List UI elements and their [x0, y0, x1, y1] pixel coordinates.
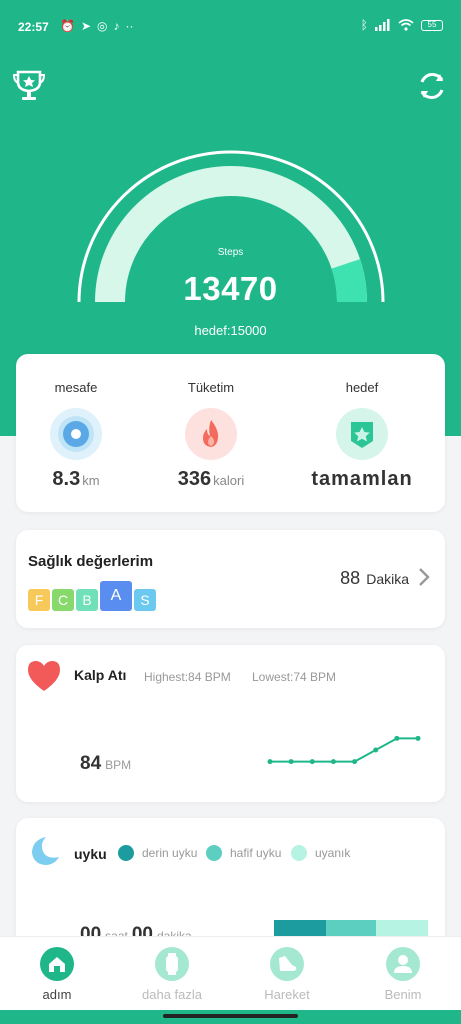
stat-title: hedef	[345, 380, 379, 395]
tab-label: adım	[42, 987, 72, 1002]
heart-rate-trend	[267, 735, 421, 765]
steps-label: Steps	[217, 247, 244, 258]
stat-title: Tüketim	[187, 380, 235, 395]
heart-lowest: Lowest:74 BPM	[252, 670, 337, 684]
wifi-icon	[398, 19, 414, 31]
heart-unit: BPM	[105, 758, 132, 772]
tab-label: Benim	[384, 987, 422, 1002]
watch-icon	[155, 947, 189, 981]
tab-label: daha fazla	[142, 987, 202, 1002]
home-indicator[interactable]	[163, 1014, 298, 1018]
stat-unit: kalori	[213, 473, 245, 488]
legend-label: derin uyku	[142, 846, 198, 860]
goal-badge-icon	[336, 408, 388, 460]
stat-distance[interactable]: mesafe 8.3 km	[16, 380, 136, 491]
bluetooth-icon: ᛒ	[360, 18, 368, 32]
trend-point	[373, 747, 379, 753]
bottom-tab-bar: adım daha fazla Hareket Benim	[0, 936, 461, 1010]
telegram-icon: ➤	[80, 19, 92, 33]
stat-calories[interactable]: Tüketim 336 kalori	[151, 380, 271, 491]
tiktok-icon: ♪	[113, 19, 120, 33]
trend-point	[288, 759, 294, 765]
grade-c: C	[52, 589, 74, 611]
whatsapp-icon: ◎	[97, 19, 108, 33]
trend-line	[270, 737, 418, 763]
grade-a: A	[100, 581, 132, 611]
flame-icon	[185, 408, 237, 460]
steps-goal: hedef:15000	[194, 323, 267, 338]
legend-dot	[206, 845, 222, 861]
moon-icon	[32, 837, 59, 865]
legend-label: hafif uyku	[230, 846, 282, 860]
trend-point	[415, 735, 421, 741]
stat-title: mesafe	[54, 380, 98, 395]
tab-profile[interactable]: Benim	[358, 947, 448, 1002]
trend-point	[309, 759, 315, 765]
tab-steps[interactable]: adım	[12, 947, 102, 1002]
alarm-icon: ⏰	[60, 19, 75, 33]
home-icon	[40, 947, 74, 981]
chevron-right-icon[interactable]	[417, 566, 431, 588]
legend-deep: derin uyku	[118, 845, 197, 861]
legend-awake: uyanık	[291, 845, 350, 861]
more-dots-icon: ··	[125, 19, 134, 33]
legend-dot	[118, 845, 134, 861]
system-icons: ᛒ 55	[361, 18, 443, 32]
legend-light: hafif uyku	[206, 845, 281, 861]
battery-icon: 55	[421, 19, 443, 31]
legend-label: uyanık	[315, 846, 351, 860]
tab-more[interactable]: daha fazla	[127, 947, 217, 1002]
trend-point	[267, 759, 273, 765]
health-values-card[interactable]: Sağlık değerlerim F C B A S 88 Dakika	[16, 530, 445, 628]
minutes-unit: Dakika	[366, 571, 409, 587]
steps-value: 13470	[183, 270, 278, 307]
sleep-title: uyku	[74, 846, 107, 862]
stat-unit: km	[82, 473, 100, 488]
minutes-value: 88	[340, 568, 361, 588]
stat-value: 336	[177, 468, 212, 490]
heart-highest: Highest:84 BPM	[144, 670, 231, 684]
health-minutes: 88 Dakika	[340, 568, 409, 589]
heart-icon	[28, 661, 60, 691]
trend-point	[352, 759, 358, 765]
health-title: Sağlık değerlerim	[28, 553, 154, 570]
heart-value: 84	[80, 753, 102, 774]
stat-goal[interactable]: hedef tamamlan	[292, 380, 432, 491]
trend-point	[394, 735, 400, 741]
trophy-icon[interactable]	[12, 68, 46, 102]
stats-card: mesafe 8.3 km Tüketim 336 kalori hedef tam…	[16, 354, 445, 512]
heart-rate-card[interactable]: Kalp Atı Highest:84 BPM Lowest:74 BPM 84…	[16, 645, 445, 802]
signal-icon	[375, 19, 390, 31]
notification-icons: ⏰ ➤ ◎ ♪ ··	[60, 19, 134, 33]
grade-b: B	[76, 589, 98, 611]
location-pin-icon	[50, 408, 102, 460]
health-grades: F C B A S	[28, 581, 156, 611]
legend-dot	[291, 845, 307, 861]
grade-s: S	[134, 589, 156, 611]
tab-exercise[interactable]: Hareket	[242, 947, 332, 1002]
tab-label: Hareket	[264, 987, 310, 1002]
grade-f: F	[28, 589, 50, 611]
status-time: 22:57	[18, 20, 49, 34]
stat-value: 8.3	[52, 468, 81, 490]
stat-value: tamamlan	[311, 468, 413, 490]
shoe-icon	[270, 947, 304, 981]
status-bar: 22:57 ⏰ ➤ ◎ ♪ ·· ᛒ 55	[0, 0, 461, 52]
trend-point	[330, 759, 336, 765]
user-icon	[386, 947, 420, 981]
sync-icon[interactable]	[414, 68, 450, 104]
heart-title: Kalp Atı	[74, 667, 127, 683]
